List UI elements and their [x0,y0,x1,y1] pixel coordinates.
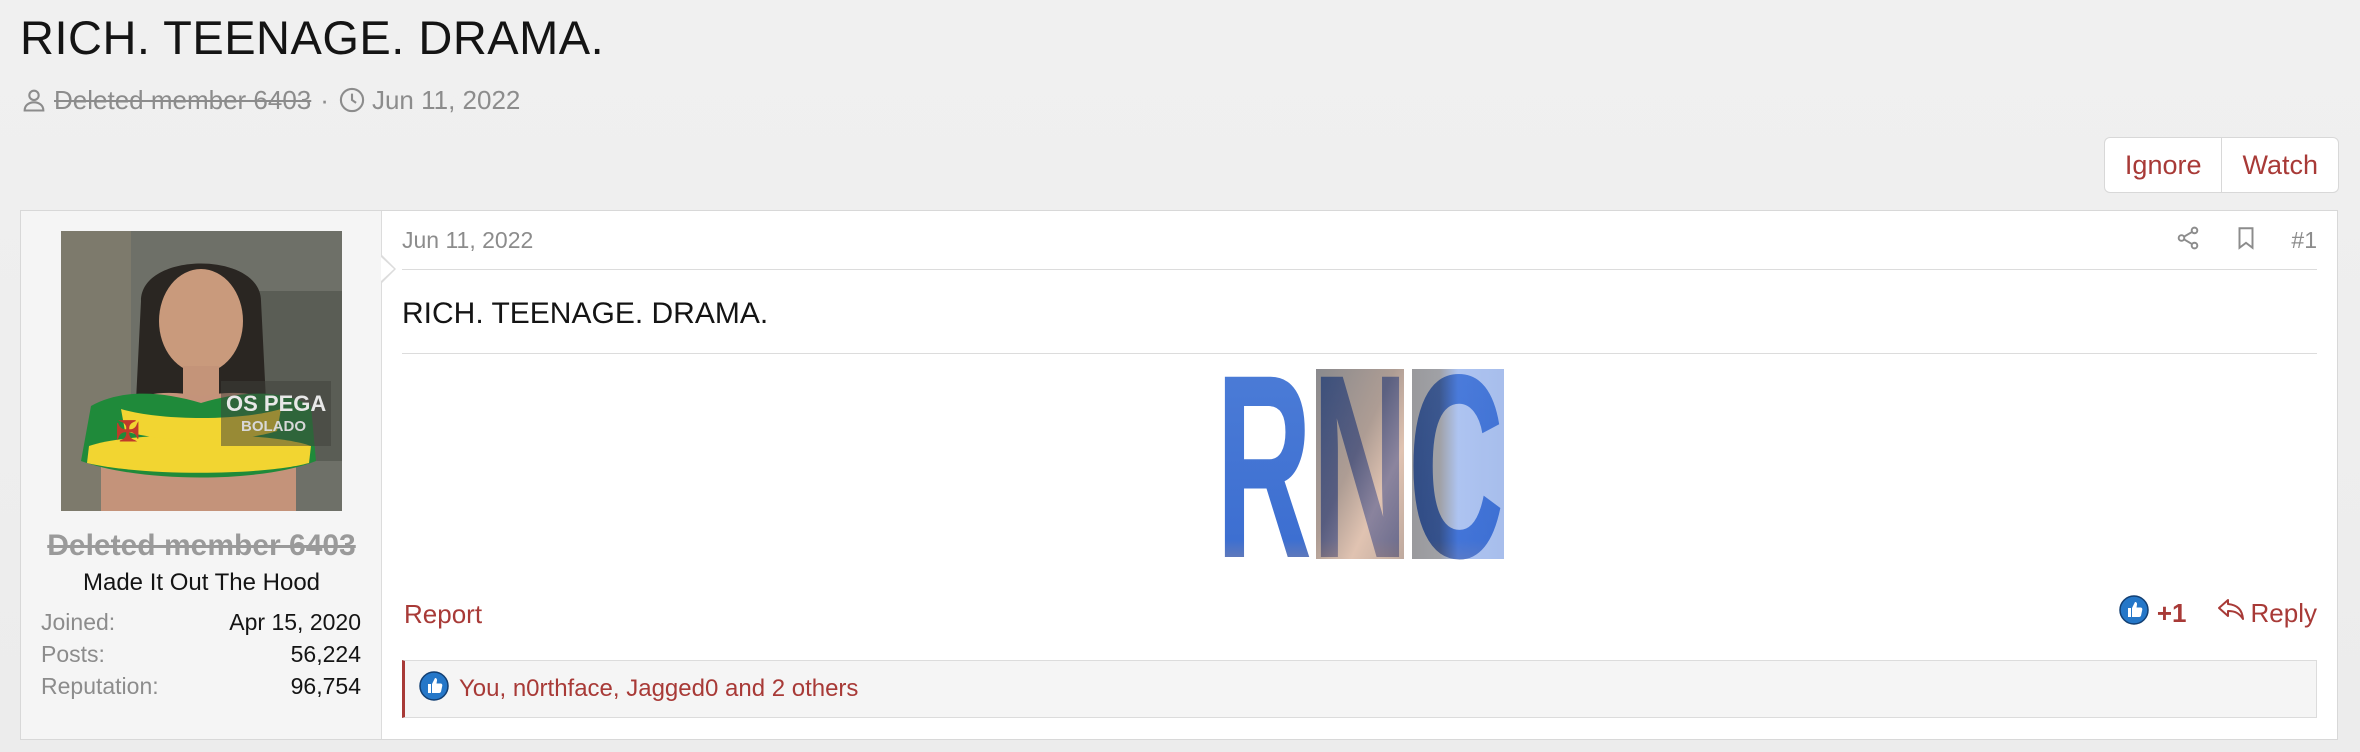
stat-posts: Posts: 56,224 [41,638,361,670]
post-date[interactable]: Jun 11, 2022 [402,227,533,254]
reply-label: Reply [2250,598,2317,628]
share-icon[interactable] [2175,225,2201,256]
bookmark-icon[interactable] [2233,225,2259,256]
post-footer-actions: +1 Reply [2119,595,2317,632]
post-main-cell: Jun 11, 2022 #1 RICH. TEENAGE. DRAMA. Re… [402,211,2317,739]
thread-author[interactable]: Deleted member 6403 [54,85,311,116]
stat-label: Reputation: [41,673,159,699]
post-user-cell: ✠ OS PEGA BOLADO Deleted member 6403 Mad… [21,211,396,739]
avatar[interactable]: ✠ OS PEGA BOLADO [61,231,342,511]
post-body-text: RICH. TEENAGE. DRAMA. [402,297,769,330]
stat-label: Posts: [41,641,105,667]
clock-icon [338,86,366,114]
stat-label: Joined: [41,609,116,635]
user-title: Made It Out The Hood [82,569,321,596]
like-button[interactable]: +1 [2119,595,2187,632]
reply-button[interactable]: Reply [2217,597,2317,630]
report-link[interactable]: Report [404,599,482,630]
user-stats: Joined: Apr 15, 2020 Posts: 56,224 Reput… [41,606,361,702]
stat-value[interactable]: 56,224 [291,638,361,670]
stat-reputation: Reputation: 96,754 [41,670,361,702]
svg-text:✠: ✠ [116,417,139,448]
post-number[interactable]: #1 [2291,227,2317,254]
avatar-caption-line2: BOLADO [241,418,306,435]
reactions-bar[interactable]: You, n0rthface, Jagged0 and 2 others [402,660,2317,718]
thread-actions: Ignore Watch [2103,137,2339,193]
post-username[interactable]: Deleted member 6403 [21,529,382,563]
reply-icon [2217,597,2245,630]
stat-joined: Joined: Apr 15, 2020 [41,606,361,638]
thumbs-up-icon [2119,595,2149,632]
ignore-button[interactable]: Ignore [2103,137,2223,193]
thread-title: RICH. TEENAGE. DRAMA. [20,11,605,64]
reaction-count: +1 [2156,598,2187,628]
post-message: ✠ OS PEGA BOLADO Deleted member 6403 Mad… [20,210,2338,740]
stat-value: Apr 15, 2020 [229,609,361,635]
meta-separator: · [320,84,329,115]
post-image[interactable]: RNC [1216,320,1504,613]
post-header: Jun 11, 2022 #1 [402,211,2317,270]
reactions-summary[interactable]: You, n0rthface, Jagged0 and 2 others [459,675,858,703]
stat-value: 96,754 [290,673,361,699]
post-header-actions: #1 [2175,225,2317,256]
thread-date[interactable]: Jun 11, 2022 [372,85,520,116]
avatar-caption-line1: OS PEGA [226,391,326,416]
watch-button[interactable]: Watch [2222,137,2339,193]
thumbs-up-icon [419,670,449,708]
user-icon [20,86,48,114]
body-divider [402,353,2317,354]
thread-meta: Deleted member 6403 · Jun 11, 2022 [20,82,520,118]
